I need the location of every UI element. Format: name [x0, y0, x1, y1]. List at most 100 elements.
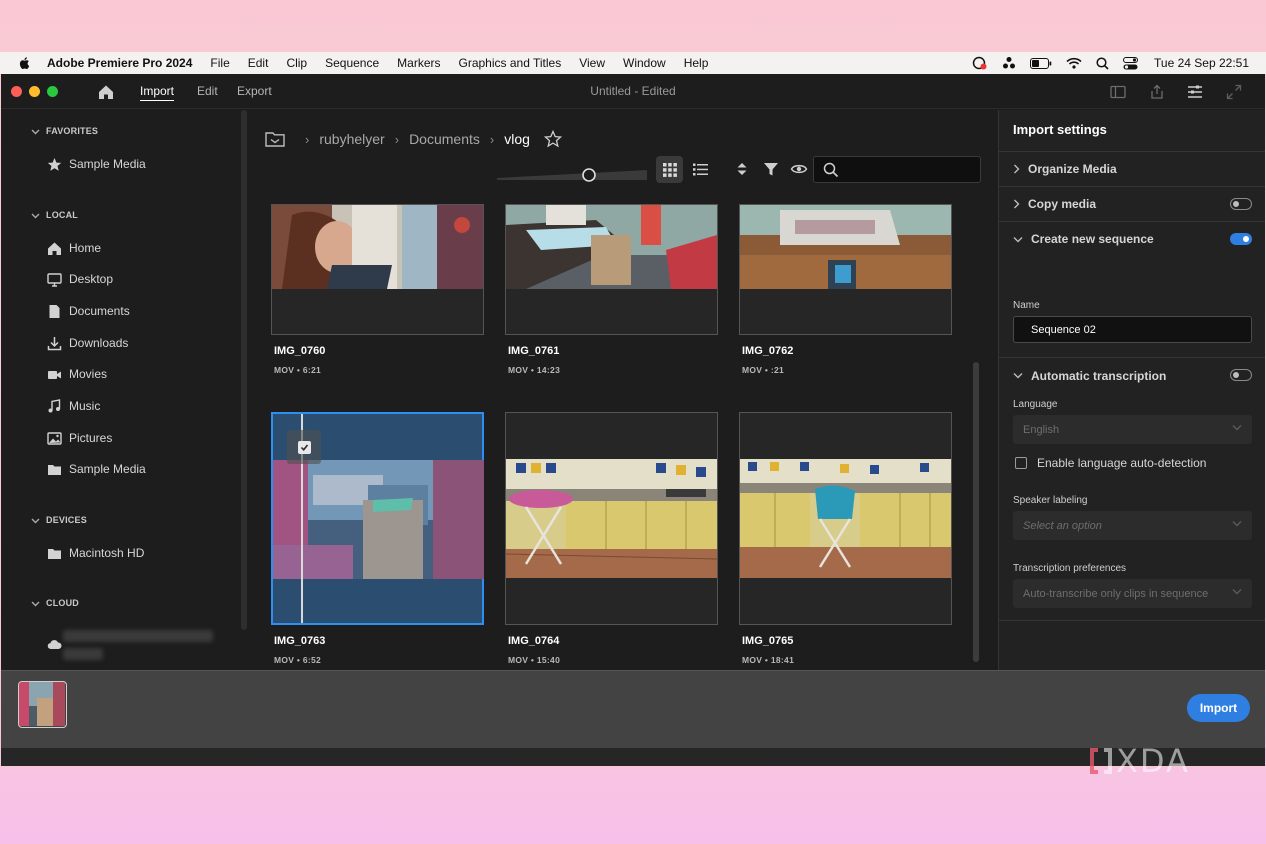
control-center-icon[interactable] — [1123, 56, 1139, 70]
create-sequence-row[interactable]: Create new sequence — [999, 221, 1265, 256]
chevron-down-icon — [1013, 236, 1023, 242]
sidebar-item-home[interactable]: Home — [46, 240, 101, 256]
sidebar-item-movies[interactable]: Movies — [46, 366, 107, 382]
chevron-down-icon — [31, 518, 40, 523]
sidebar-item-desktop[interactable]: Desktop — [46, 271, 113, 287]
auto-detect-checkbox-row[interactable]: Enable language auto-detection — [1015, 456, 1206, 470]
auto-transcription-row[interactable]: Automatic transcription — [999, 358, 1265, 393]
sidebar-item-sample-media[interactable]: Sample Media — [46, 461, 146, 477]
organize-media-row[interactable]: Organize Media — [999, 151, 1265, 186]
auto-transcription-toggle[interactable] — [1230, 369, 1252, 381]
selected-clip-thumbnail[interactable] — [18, 681, 67, 728]
transcription-preferences-select[interactable]: Auto-transcribe only clips in sequence — [1013, 579, 1252, 608]
menu-edit[interactable]: Edit — [248, 56, 269, 70]
clip-meta: MOV • 14:23 — [508, 365, 561, 375]
eye-icon[interactable] — [790, 160, 808, 178]
menu-window[interactable]: Window — [623, 56, 666, 70]
extensions-icon[interactable] — [1002, 56, 1016, 70]
thumbnail-size-slider[interactable] — [497, 168, 647, 182]
menu-view[interactable]: View — [579, 56, 605, 70]
grid-scrollbar[interactable] — [973, 362, 979, 662]
section-favorites[interactable]: FAVORITES — [31, 126, 98, 136]
sidebar-scrollbar[interactable] — [241, 110, 247, 630]
chevron-down-icon — [1232, 589, 1242, 595]
xda-logo-icon — [1090, 748, 1112, 774]
breadcrumb: › rubyhelyer › Documents › vlog — [265, 128, 562, 150]
clip-thumbnail-frame[interactable] — [505, 204, 718, 335]
clip-thumbnail-frame[interactable] — [271, 412, 484, 625]
menu-clip[interactable]: Clip — [286, 56, 307, 70]
menubar-clock[interactable]: Tue 24 Sep 22:51 — [1154, 56, 1249, 70]
section-cloud-label: CLOUD — [46, 598, 79, 608]
sidebar-item-label: Documents — [69, 304, 130, 318]
language-select[interactable]: English — [1013, 415, 1252, 444]
section-local[interactable]: LOCAL — [31, 210, 78, 220]
apple-icon[interactable] — [18, 56, 32, 70]
breadcrumb-item[interactable]: Documents — [409, 131, 480, 147]
menu-sequence[interactable]: Sequence — [325, 56, 379, 70]
clip-select-checkbox[interactable] — [287, 430, 321, 464]
title-bar: Import Edit Export Untitled - Edited — [1, 74, 1265, 109]
clip-name: IMG_0765 — [742, 635, 794, 647]
mac-menubar: Adobe Premiere Pro 2024 File Edit Clip S… — [0, 52, 1266, 74]
filter-icon[interactable] — [762, 160, 780, 178]
sequence-name-field[interactable]: Sequence 02 — [1013, 316, 1252, 343]
sidebar-item-sample-media-favorite[interactable]: Sample Media — [46, 156, 146, 172]
grid-view-button[interactable] — [656, 156, 683, 183]
battery-icon[interactable] — [1030, 57, 1052, 69]
section-devices[interactable]: DEVICES — [31, 515, 87, 525]
menu-file[interactable]: File — [210, 56, 229, 70]
clip-name: IMG_0763 — [274, 635, 326, 647]
create-sequence-toggle[interactable] — [1230, 233, 1252, 245]
breadcrumb-item[interactable]: rubyhelyer — [319, 131, 384, 147]
clip-card[interactable]: IMG_0761 MOV • 14:23 — [505, 204, 718, 375]
search-input[interactable] — [846, 161, 976, 179]
menu-help[interactable]: Help — [684, 56, 709, 70]
speaker-labeling-select[interactable]: Select an option — [1013, 511, 1252, 540]
clip-card[interactable]: IMG_0760 MOV • 6:21 — [271, 204, 484, 375]
section-devices-label: DEVICES — [46, 515, 87, 525]
sidebar-item-music[interactable]: Music — [46, 398, 100, 414]
copy-media-row[interactable]: Copy media — [999, 186, 1265, 221]
menu-markers[interactable]: Markers — [397, 56, 440, 70]
clip-card[interactable]: IMG_0762 MOV • :21 — [739, 204, 952, 375]
clip-card[interactable]: IMG_0765 MOV • 18:41 — [739, 412, 952, 665]
list-view-button[interactable] — [687, 156, 714, 183]
auto-detect-checkbox[interactable] — [1015, 457, 1027, 469]
sidebar-item-label: Movies — [69, 367, 108, 381]
menu-graphics-and-titles[interactable]: Graphics and Titles — [459, 56, 562, 70]
copy-media-toggle[interactable] — [1230, 198, 1252, 210]
fullscreen-icon[interactable] — [1225, 83, 1243, 101]
app-menu[interactable]: Adobe Premiere Pro 2024 — [47, 56, 192, 70]
clip-thumbnail-frame[interactable] — [505, 412, 718, 625]
speaker-labeling-label: Speaker labeling — [1013, 495, 1088, 506]
sidebar-item-label: Macintosh HD — [69, 546, 145, 560]
sidebar-item-pictures[interactable]: Pictures — [46, 430, 112, 446]
clip-thumbnail-frame[interactable] — [739, 204, 952, 335]
workspaces-icon[interactable] — [1186, 83, 1204, 101]
clip-card[interactable]: IMG_0764 MOV • 15:40 — [505, 412, 718, 665]
search-field[interactable] — [813, 156, 981, 183]
spotlight-search-icon[interactable] — [1096, 56, 1109, 70]
download-icon — [46, 335, 62, 351]
premiere-window: Import Edit Export Untitled - Edited FAV… — [1, 74, 1265, 766]
panel-layout-icon[interactable] — [1109, 83, 1127, 101]
share-icon[interactable] — [1148, 83, 1166, 101]
clip-card-selected[interactable]: IMG_0763 MOV • 6:52 — [271, 412, 484, 665]
section-cloud[interactable]: CLOUD — [31, 598, 79, 608]
wifi-icon[interactable] — [1066, 57, 1082, 69]
import-button[interactable]: Import — [1187, 694, 1250, 722]
breadcrumb-current[interactable]: vlog — [504, 131, 530, 147]
sidebar-item-macintosh-hd[interactable]: Macintosh HD — [46, 545, 144, 561]
clip-thumbnail-frame[interactable] — [271, 204, 484, 335]
document-icon — [46, 303, 62, 319]
sidebar-item-downloads[interactable]: Downloads — [46, 335, 128, 351]
clip-thumbnail-frame[interactable] — [739, 412, 952, 625]
folder-icon[interactable] — [265, 131, 285, 147]
star-icon[interactable] — [543, 130, 562, 148]
sort-icon[interactable] — [733, 160, 751, 178]
creative-cloud-icon[interactable] — [971, 56, 988, 70]
sequence-name-label: Name — [1013, 300, 1040, 311]
clip-meta: MOV • 18:41 — [742, 655, 795, 665]
sidebar-item-documents[interactable]: Documents — [46, 303, 130, 319]
